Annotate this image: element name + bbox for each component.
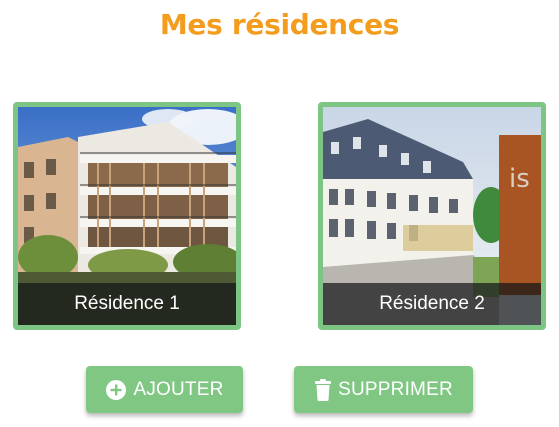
plus-circle-icon <box>105 379 127 401</box>
delete-button[interactable]: SUPPRIMER <box>294 366 473 413</box>
add-button-label: AJOUTER <box>133 378 224 400</box>
delete-button-label: SUPPRIMER <box>338 378 453 400</box>
residence-1-label: Résidence 1 <box>18 283 236 325</box>
residence-card-2[interactable]: is Résidence 2 <box>318 102 546 330</box>
page-title: Mes résidences <box>159 8 400 41</box>
svg-text:is: is <box>509 164 530 194</box>
residence-2-label: Résidence 2 <box>323 283 541 325</box>
add-button[interactable]: AJOUTER <box>86 366 243 413</box>
residence-card-1[interactable]: Résidence 1 <box>13 102 241 330</box>
trash-icon <box>314 378 332 401</box>
